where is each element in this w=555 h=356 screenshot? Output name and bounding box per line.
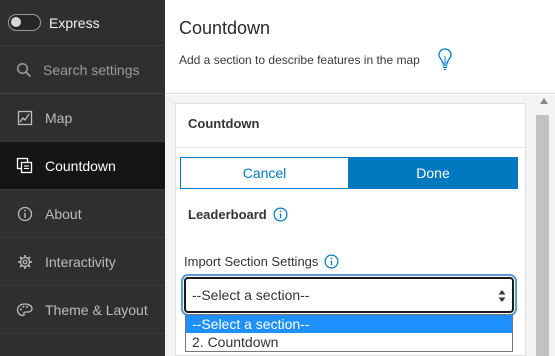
page-title: Countdown xyxy=(179,18,271,38)
search-settings[interactable]: Search settings xyxy=(0,46,165,94)
done-button[interactable]: Done xyxy=(348,157,518,189)
sidebar-item-theme-layout[interactable]: Theme & Layout xyxy=(0,286,165,334)
select-value: --Select a section-- xyxy=(192,287,310,303)
gear-icon xyxy=(16,253,34,271)
select-arrows-icon xyxy=(498,290,506,302)
leaderboard-row: Leaderboard xyxy=(188,207,288,222)
sidebar-item-label: Map xyxy=(45,109,73,126)
sidebar-item-interactivity[interactable]: Interactivity xyxy=(0,238,165,286)
section-select[interactable]: --Select a section-- xyxy=(181,274,517,316)
leaderboard-label: Leaderboard xyxy=(188,207,267,222)
scroll-up-arrow-icon[interactable] xyxy=(540,98,548,104)
panel-divider xyxy=(176,147,525,148)
sidebar-item-label: Theme & Layout xyxy=(45,301,148,318)
express-label: Express xyxy=(49,14,100,31)
sidebar-item-map[interactable]: Map xyxy=(0,94,165,142)
cancel-button[interactable]: Cancel xyxy=(180,157,349,189)
sidebar-item-about[interactable]: About xyxy=(0,190,165,238)
sidebar-item-label: About xyxy=(45,205,82,222)
panel-title: Countdown xyxy=(188,116,260,131)
scrollbar-thumb[interactable] xyxy=(536,115,549,356)
search-placeholder: Search settings xyxy=(43,61,140,78)
sidebar-item-label: Countdown xyxy=(45,157,116,174)
express-toggle-row[interactable]: Express xyxy=(0,0,165,46)
page-subtitle: Add a section to describe features in th… xyxy=(179,53,420,67)
sidebar-item-label: Interactivity xyxy=(45,253,116,270)
map-icon xyxy=(16,109,34,127)
select-dropdown: --Select a section-- 2. Countdown xyxy=(185,314,513,352)
info-icon[interactable] xyxy=(324,254,339,269)
sidebar-item-countdown[interactable]: Countdown xyxy=(0,142,165,190)
import-label: Import Section Settings xyxy=(184,254,319,269)
info-icon xyxy=(16,205,34,223)
search-icon xyxy=(16,62,32,77)
express-toggle[interactable] xyxy=(8,14,41,31)
section-header: Countdown Add a section to describe feat… xyxy=(165,0,555,94)
dropdown-option[interactable]: 2. Countdown xyxy=(186,333,512,351)
toggle-knob xyxy=(11,17,21,27)
countdown-icon xyxy=(16,157,34,175)
lightbulb-icon[interactable] xyxy=(437,47,453,71)
import-settings-row: Import Section Settings xyxy=(184,254,339,269)
info-icon[interactable] xyxy=(273,207,288,222)
sidebar: Express Search settings Map Countdown Ab… xyxy=(0,0,165,356)
dropdown-option[interactable]: --Select a section-- xyxy=(186,315,512,333)
palette-icon xyxy=(16,301,34,319)
